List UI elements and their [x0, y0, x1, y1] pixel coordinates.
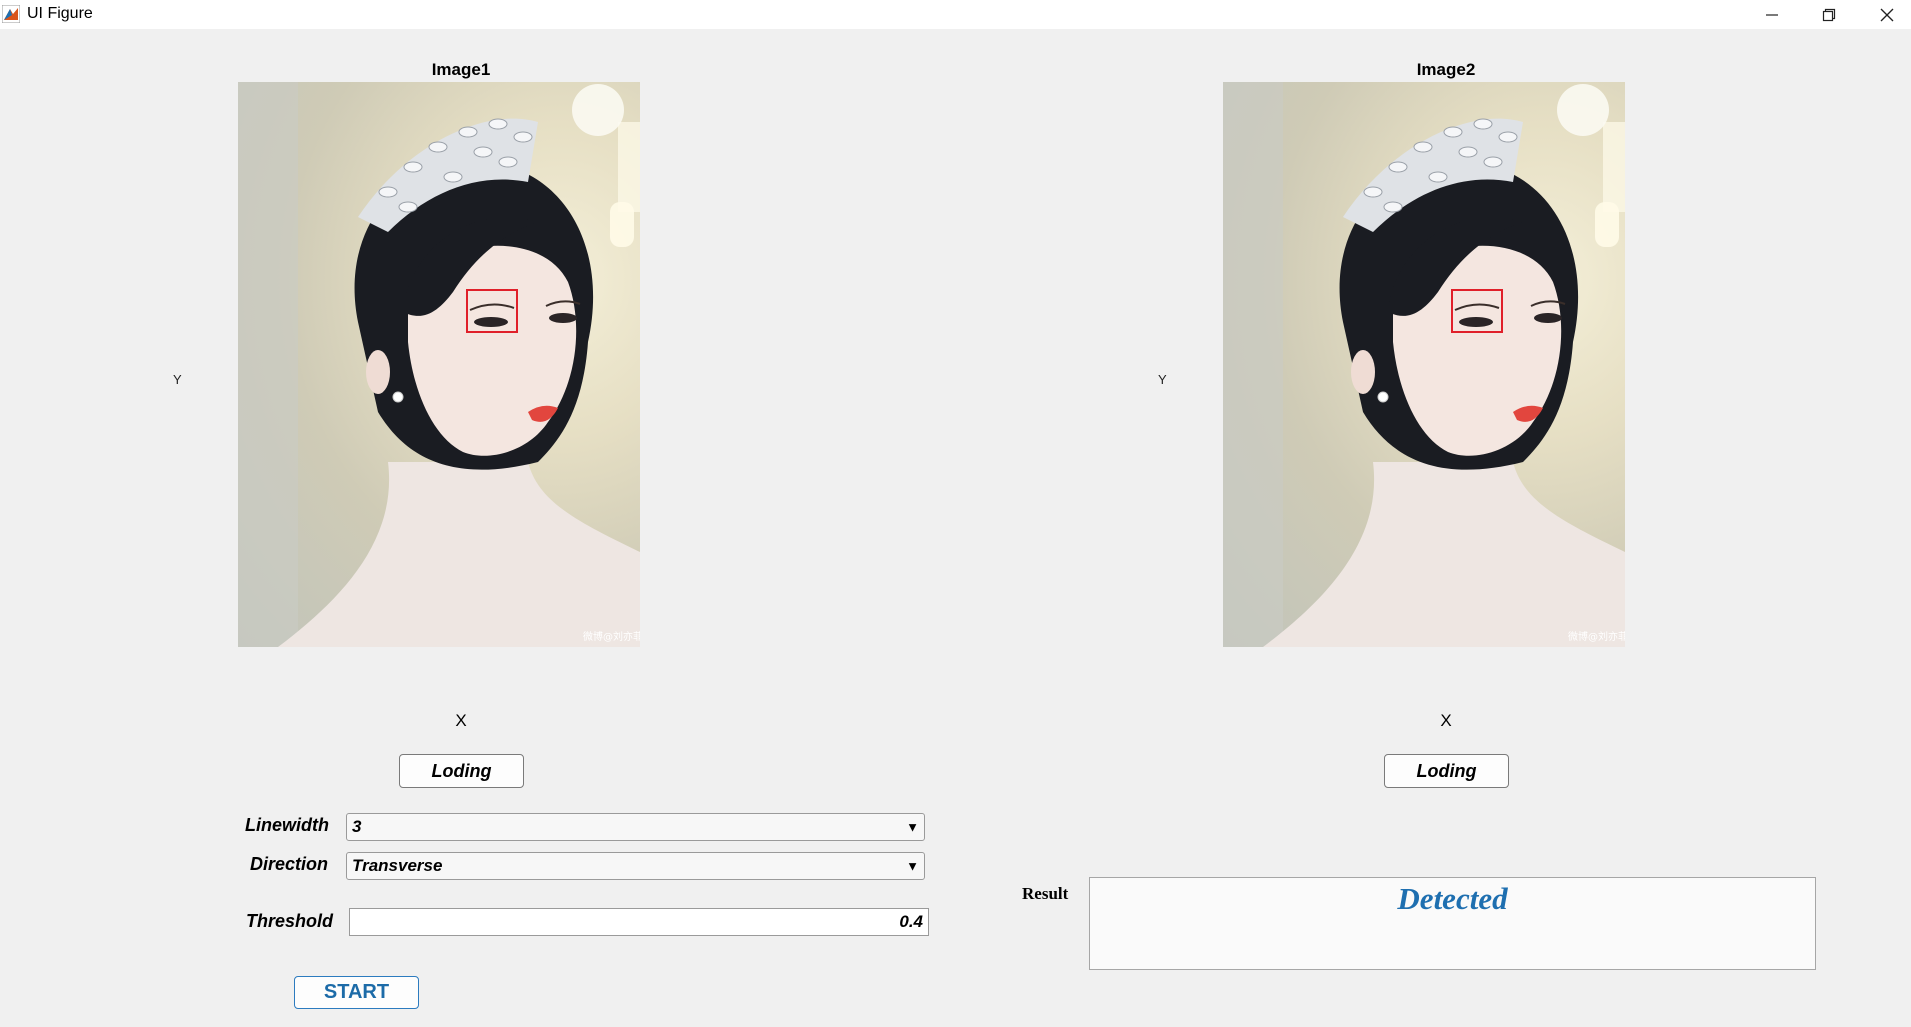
- direction-value: Transverse: [352, 856, 443, 875]
- close-button[interactable]: [1858, 0, 1911, 29]
- portrait-image: 微博@刘亦菲: [238, 82, 640, 647]
- image1-xlabel: X: [455, 711, 467, 730]
- linewidth-dropdown[interactable]: 3 ▼: [346, 813, 925, 841]
- chevron-down-icon: ▼: [906, 819, 919, 835]
- close-icon: [1880, 8, 1894, 21]
- result-value: Detected: [1397, 881, 1508, 916]
- image2-ylabel: Y: [1158, 372, 1167, 387]
- matlab-app-icon: [1, 4, 21, 24]
- start-button[interactable]: START: [294, 976, 419, 1009]
- threshold-input[interactable]: 0.4: [349, 908, 929, 936]
- result-textarea: Detected: [1089, 877, 1816, 970]
- image2-title: Image2: [1416, 60, 1476, 79]
- image1-watermark: 微博@刘亦菲: [583, 630, 640, 643]
- direction-label: Direction: [250, 854, 329, 874]
- restore-icon: [1822, 8, 1836, 21]
- restore-button[interactable]: [1800, 0, 1858, 29]
- chevron-down-icon: ▼: [906, 858, 919, 874]
- result-label: Result: [1022, 884, 1069, 903]
- minimize-icon: [1766, 13, 1778, 16]
- linewidth-value: 3: [352, 817, 362, 836]
- image1-ylabel: Y: [173, 372, 182, 387]
- minimize-button[interactable]: [1743, 0, 1801, 29]
- image1-axes: 微博@刘亦菲: [238, 82, 640, 647]
- load-image2-button[interactable]: Loding: [1384, 754, 1509, 788]
- image2-watermark: 微博@刘亦菲: [1568, 630, 1625, 643]
- title-bar: [0, 0, 1911, 29]
- portrait-image: 微博@刘亦菲: [1223, 82, 1625, 647]
- linewidth-label: Linewidth: [245, 815, 329, 835]
- image1-title: Image1: [431, 60, 491, 79]
- threshold-value: 0.4: [899, 912, 923, 931]
- image2-xlabel: X: [1440, 711, 1452, 730]
- image2-axes: 微博@刘亦菲: [1223, 82, 1625, 647]
- load-image1-button[interactable]: Loding: [399, 754, 524, 788]
- window-title: UI Figure: [27, 5, 93, 22]
- threshold-label: Threshold: [246, 911, 334, 931]
- direction-dropdown[interactable]: Transverse ▼: [346, 852, 925, 880]
